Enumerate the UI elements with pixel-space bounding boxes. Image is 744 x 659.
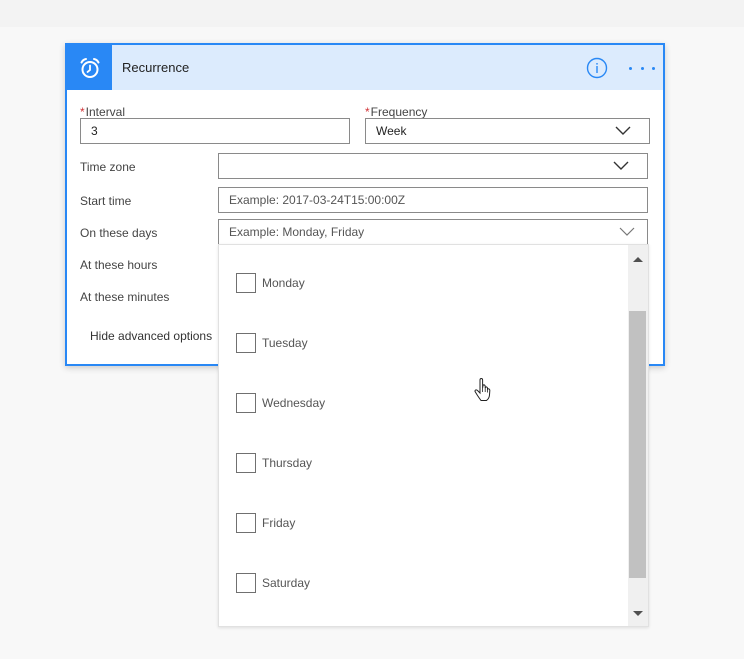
at-these-minutes-label: At these minutes bbox=[80, 290, 170, 304]
required-marker: * bbox=[80, 105, 85, 119]
more-options-icon-dot bbox=[640, 66, 644, 70]
triangle-down-icon bbox=[633, 610, 643, 616]
scroll-down-button[interactable] bbox=[628, 604, 648, 622]
interval-input[interactable]: 3 bbox=[80, 118, 350, 144]
start-time-label: Start time bbox=[80, 194, 132, 208]
checkbox[interactable] bbox=[236, 513, 256, 533]
dropdown-scrollbar[interactable] bbox=[628, 245, 648, 626]
more-options-icon-dot bbox=[629, 66, 632, 70]
day-option-wednesday[interactable]: Wednesday bbox=[236, 393, 325, 413]
info-icon bbox=[586, 57, 608, 79]
top-band bbox=[0, 0, 744, 27]
day-option-tuesday[interactable]: Tuesday bbox=[236, 333, 308, 353]
alarm-clock-icon bbox=[80, 57, 99, 78]
frequency-label: *Frequency bbox=[365, 105, 428, 119]
checkbox[interactable] bbox=[236, 453, 256, 473]
triangle-up-icon bbox=[633, 256, 643, 262]
scroll-up-button[interactable] bbox=[628, 250, 648, 268]
scroll-thumb[interactable] bbox=[629, 311, 646, 578]
card-header[interactable]: Recurrence bbox=[67, 45, 663, 90]
start-time-input[interactable]: Example: 2017-03-24T15:00:00Z bbox=[218, 187, 648, 213]
day-option-friday[interactable]: Friday bbox=[236, 513, 295, 533]
frequency-select[interactable]: Week bbox=[365, 118, 650, 144]
checkbox[interactable] bbox=[236, 333, 256, 353]
time-zone-select[interactable] bbox=[218, 153, 648, 179]
on-these-days-label: On these days bbox=[80, 226, 158, 240]
info-button[interactable] bbox=[586, 57, 608, 79]
header-icon-box bbox=[67, 45, 112, 90]
card-title: Recurrence bbox=[122, 60, 190, 75]
at-these-hours-label: At these hours bbox=[80, 258, 158, 272]
chevron-down-icon bbox=[619, 227, 635, 236]
chevron-down-icon bbox=[615, 126, 631, 135]
days-dropdown-panel: Monday Tuesday Wednesday Thursday Friday… bbox=[218, 244, 649, 627]
checkbox[interactable] bbox=[236, 573, 256, 593]
required-marker: * bbox=[365, 105, 370, 119]
day-option-monday[interactable]: Monday bbox=[236, 273, 305, 293]
checkbox[interactable] bbox=[236, 393, 256, 413]
day-option-thursday[interactable]: Thursday bbox=[236, 453, 312, 473]
interval-label: *Interval bbox=[80, 105, 126, 119]
hide-advanced-options-link[interactable]: Hide advanced options bbox=[90, 329, 212, 343]
on-these-days-select[interactable]: Example: Monday, Friday bbox=[218, 219, 648, 245]
day-option-saturday[interactable]: Saturday bbox=[236, 573, 310, 593]
chevron-down-icon bbox=[613, 161, 629, 170]
more-options-button[interactable] bbox=[629, 57, 655, 79]
time-zone-label: Time zone bbox=[80, 160, 136, 174]
more-options-icon-dot bbox=[652, 66, 655, 70]
checkbox[interactable] bbox=[236, 273, 256, 293]
